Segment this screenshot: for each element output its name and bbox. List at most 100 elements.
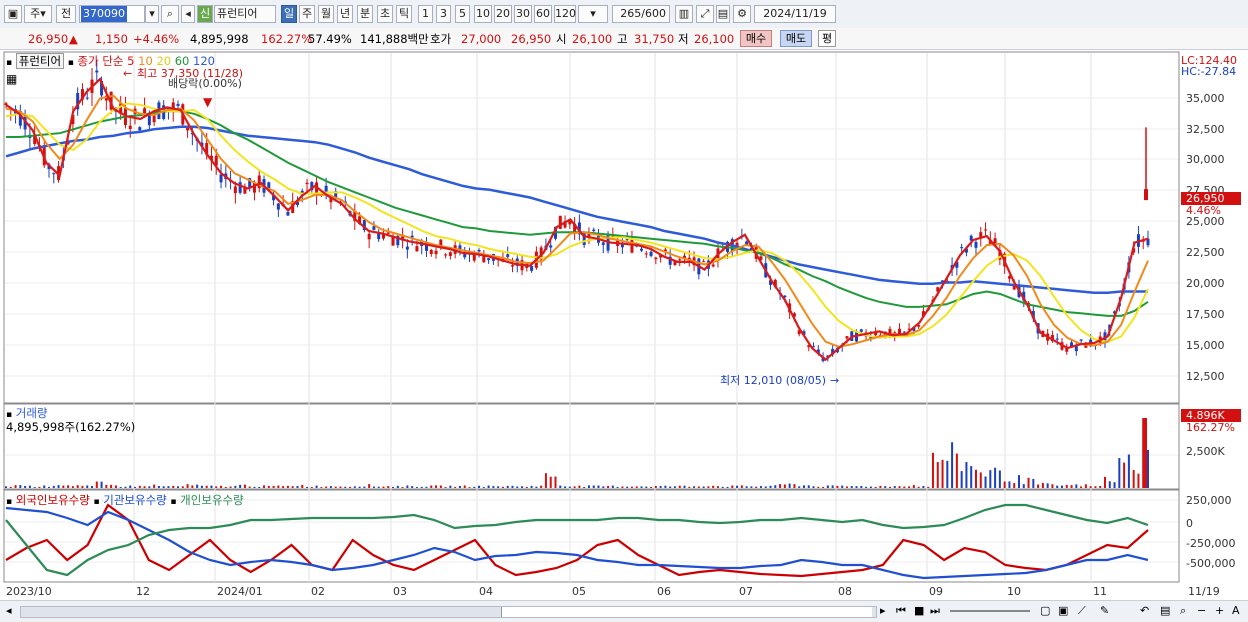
ma-10[interactable]: 10	[138, 54, 153, 68]
volume-bar	[573, 486, 576, 488]
volume-bar	[38, 486, 41, 488]
volume-bar	[19, 485, 22, 488]
stop-icon[interactable]: ■	[914, 604, 924, 617]
candle-body	[506, 254, 510, 257]
magnifier-icon[interactable]: ⌕	[1180, 604, 1186, 618]
panel-icon[interactable]: ▪	[6, 58, 12, 68]
volume-bar	[1056, 485, 1059, 488]
candle-body	[902, 331, 906, 333]
volume-bar	[114, 485, 117, 488]
volume-bar	[731, 485, 734, 488]
scroll-thumb[interactable]	[501, 607, 872, 617]
layers-icon[interactable]: ▤	[1160, 604, 1170, 617]
volume-bar	[138, 485, 141, 488]
zoom-out-icon[interactable]: −	[1197, 604, 1206, 617]
volume-bar	[239, 484, 242, 488]
legend-icon: ▪	[170, 497, 177, 507]
volume-bar	[745, 486, 748, 488]
volume-bar	[110, 484, 113, 488]
ma-icon: ▪	[67, 58, 74, 68]
volume-bar	[420, 486, 423, 488]
volume-bar	[965, 462, 968, 488]
x-tick: 09	[929, 585, 943, 598]
volume-title[interactable]: 거래량	[16, 406, 48, 420]
play-icon[interactable]: ▸	[880, 604, 886, 617]
volume-bar	[248, 486, 251, 488]
candle-body	[702, 261, 706, 263]
volume-bar	[1094, 486, 1097, 488]
volume-bar	[583, 486, 586, 488]
volume-bar	[1113, 482, 1116, 488]
ma-120[interactable]: 120	[193, 54, 215, 68]
volume-bar	[205, 485, 208, 488]
foreign-holding-label[interactable]: 외국인보유수량	[16, 493, 90, 507]
volume-bar	[807, 485, 810, 488]
ma-5[interactable]: 5	[127, 54, 134, 68]
volume-bar	[33, 487, 36, 488]
hc-label: HC:-27.84	[1181, 65, 1236, 78]
volume-bar	[320, 487, 323, 488]
volume-bar	[1147, 449, 1149, 488]
volume-bar	[893, 486, 896, 488]
volume-bar	[220, 485, 223, 488]
volume-bar	[392, 486, 395, 488]
volume-bar	[435, 485, 438, 488]
volume-bar	[984, 476, 987, 488]
volume-bar	[1142, 418, 1145, 488]
candle-body	[434, 250, 438, 255]
volume-bar	[458, 485, 461, 488]
volume-bar	[650, 486, 653, 488]
table-view-icon[interactable]: ▦	[6, 72, 17, 86]
volume-bar	[693, 486, 696, 488]
volume-bar	[1008, 481, 1011, 488]
volume-bar	[186, 484, 189, 488]
ma-60[interactable]: 60	[175, 54, 190, 68]
zoom-slider[interactable]	[950, 610, 1030, 612]
volume-bar	[1046, 483, 1049, 488]
volume-value-text: 4,895,998주(162.27%)	[6, 420, 136, 434]
rewind-icon[interactable]: ⏮	[896, 604, 906, 618]
volume-bar	[874, 486, 877, 488]
volume-bar	[635, 486, 638, 488]
stock-chart[interactable]: 35,000 32,500 30,000 27,500 25,000 22,50…	[0, 0, 1248, 600]
undo-icon[interactable]: ↶	[1140, 604, 1149, 617]
scroll-left-icon[interactable]: ◂	[6, 604, 12, 617]
layout2-icon[interactable]: ▣	[1058, 604, 1068, 617]
volume-bar	[645, 486, 648, 488]
volume-bar	[157, 485, 160, 488]
volume-bar	[310, 487, 313, 488]
draw-icon[interactable]: ⟋	[1078, 604, 1086, 618]
candle-body	[487, 258, 491, 261]
candle-body	[372, 226, 376, 230]
forward-icon[interactable]: ⏭	[930, 604, 940, 618]
text-size-icon[interactable]: A	[1232, 604, 1240, 617]
volume-bar	[564, 486, 567, 488]
volume-bar	[9, 486, 12, 488]
pen-icon[interactable]: ✎	[1100, 604, 1109, 617]
candle-body	[1055, 338, 1059, 340]
layout-icon[interactable]: ▢	[1040, 604, 1050, 617]
volume-bar	[105, 484, 108, 488]
volume-bar	[879, 485, 882, 488]
volume-bar	[884, 486, 887, 488]
ma-20[interactable]: 20	[156, 54, 171, 68]
volume-bar	[210, 485, 213, 488]
volume-bar	[71, 486, 74, 488]
volume-bar	[974, 469, 977, 488]
zoom-in-icon[interactable]: +	[1215, 604, 1224, 617]
volume-bar	[24, 485, 27, 488]
horizontal-scrollbar[interactable]	[20, 606, 877, 618]
volume-bar	[592, 485, 595, 488]
stock-tab[interactable]: 퓨런티어	[15, 53, 65, 69]
volume-bar	[14, 485, 17, 488]
candle-body	[510, 265, 514, 267]
volume-bar	[349, 486, 352, 488]
ma-title[interactable]: 종가 단순	[78, 54, 124, 68]
volume-bar	[831, 485, 834, 488]
individual-holding-label[interactable]: 개인보유수량	[180, 493, 243, 507]
volume-bar	[167, 486, 170, 488]
candle-body	[745, 241, 749, 245]
candle-body	[640, 248, 644, 251]
volume-bar	[1041, 482, 1044, 488]
institution-holding-label[interactable]: 기관보유수량	[103, 493, 166, 507]
